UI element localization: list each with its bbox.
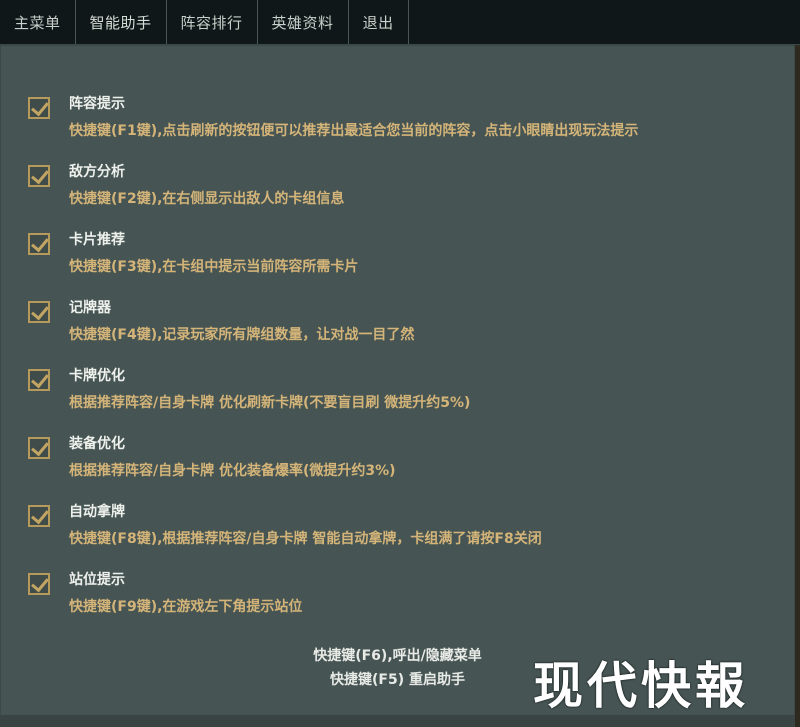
option-description: 快捷键(F3键),在卡组中提示当前阵容所需卡片 — [69, 259, 359, 275]
tab-exit[interactable]: 退出 — [349, 0, 409, 44]
check-icon — [31, 301, 49, 321]
tab-smart-assistant[interactable]: 智能助手 — [76, 0, 167, 44]
tab-lineup-ranking[interactable]: 阵容排行 — [167, 0, 258, 44]
check-icon — [31, 369, 49, 389]
option-description: 根据推荐阵容/自身卡牌 优化刷新卡牌(不要盲目刷 微提升约5%) — [69, 395, 471, 411]
position-hint-checkbox[interactable] — [28, 573, 50, 595]
check-icon — [31, 437, 49, 457]
newspaper-watermark: 现代快報 — [533, 656, 749, 715]
auto-pick-checkbox[interactable] — [28, 505, 50, 527]
tab-hero-info[interactable]: 英雄资料 — [258, 0, 349, 44]
option-description: 快捷键(F8键),根据推荐阵容/自身卡牌 智能自动拿牌，卡组满了请按F8关闭 — [69, 531, 542, 547]
check-icon — [31, 165, 49, 185]
window-edge — [795, 45, 800, 727]
option-description: 快捷键(F4键),记录玩家所有牌组数量，让对战一目了然 — [69, 327, 415, 343]
equipment-optimize-checkbox[interactable] — [28, 437, 50, 459]
option-title: 阵容提示 — [69, 96, 125, 112]
settings-panel: 阵容提示 快捷键(F1键),点击刷新的按钮便可以推荐出最适合您当前的阵容，点击小… — [0, 45, 795, 727]
option-title: 装备优化 — [69, 436, 125, 452]
option-title: 站位提示 — [69, 572, 125, 588]
lineup-hint-checkbox[interactable] — [28, 97, 50, 119]
check-icon — [31, 233, 49, 253]
card-recommend-checkbox[interactable] — [28, 233, 50, 255]
option-description: 快捷键(F9键),在游戏左下角提示站位 — [69, 599, 303, 615]
check-icon — [31, 505, 49, 525]
tab-main-menu[interactable]: 主菜单 — [0, 0, 76, 44]
option-title: 卡牌优化 — [69, 368, 125, 384]
option-description: 根据推荐阵容/自身卡牌 优化装备爆率(微提升约3%) — [69, 463, 396, 479]
card-optimize-checkbox[interactable] — [28, 369, 50, 391]
option-description: 快捷键(F2键),在右侧显示出敌人的卡组信息 — [69, 191, 345, 207]
option-description: 快捷键(F1键),点击刷新的按钮便可以推荐出最适合您当前的阵容，点击小眼睛出现玩… — [69, 123, 639, 139]
top-menu-bar: 主菜单 智能助手 阵容排行 英雄资料 退出 — [0, 0, 800, 45]
option-title: 卡片推荐 — [69, 232, 125, 248]
option-title: 记牌器 — [69, 300, 111, 316]
option-title: 敌方分析 — [69, 164, 125, 180]
option-title: 自动拿牌 — [69, 504, 125, 520]
check-icon — [31, 97, 49, 117]
check-icon — [31, 573, 49, 593]
card-counter-checkbox[interactable] — [28, 301, 50, 323]
enemy-analysis-checkbox[interactable] — [28, 165, 50, 187]
